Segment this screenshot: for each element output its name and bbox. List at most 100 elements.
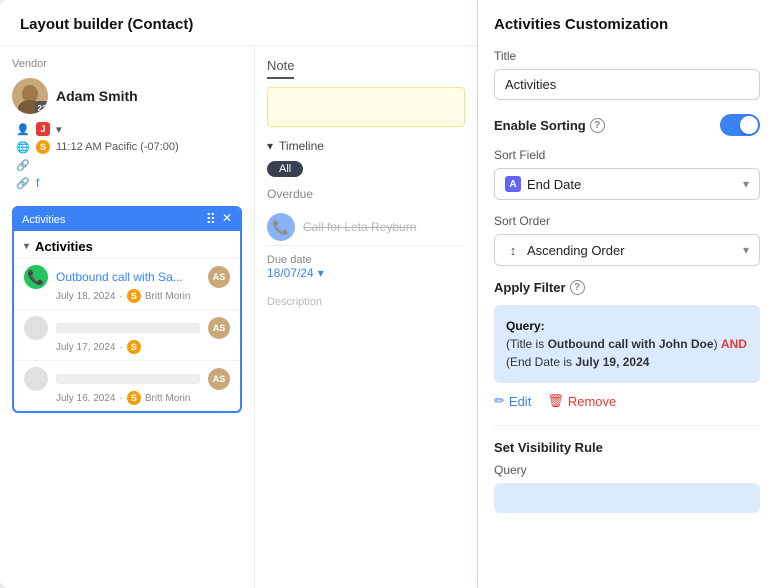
call-item: 📞 Call for Leta Reyburn (267, 209, 465, 245)
due-date-value[interactable]: 18/07/24 ▾ (267, 266, 465, 280)
query-bold1: Outbound call with John Doe (548, 337, 714, 351)
layout-title: Layout builder (Contact) (20, 16, 193, 33)
contact-area: Vendor 22 Adam Smith 👤 J ▾ (0, 46, 255, 588)
toggle-knob (740, 116, 758, 134)
activity-item: AS July 16, 2024 · S Britt Morin (14, 361, 240, 411)
enable-sorting-toggle[interactable] (720, 114, 760, 136)
meta-row-time: 🌐 S 11:12 AM Pacific (-07:00) (16, 140, 242, 154)
timeline-label: Timeline (279, 139, 324, 153)
sort-field-value: End Date (527, 177, 581, 192)
avatar-badge: 22 (35, 101, 48, 114)
contact-info: 22 Adam Smith (12, 78, 242, 114)
sort-field-select[interactable]: A End Date ▾ (494, 168, 760, 200)
note-input[interactable] (267, 87, 465, 127)
sort-order-chevron: ▾ (743, 243, 749, 257)
left-content: Vendor 22 Adam Smith 👤 J ▾ (0, 46, 477, 588)
widget-header: ▾ Activities (14, 233, 240, 259)
phone-green-icon: 📞 (24, 265, 48, 289)
sort-order-value: Ascending Order (527, 243, 625, 258)
activity-item: 📞 Outbound call with Sa... AS July 18, 2… (14, 259, 240, 310)
enable-sorting-label: Enable Sorting ? (494, 118, 605, 133)
sort-order-icon: ↕ (505, 242, 521, 258)
due-date-text: 18/07/24 (267, 266, 314, 280)
visibility-section: Set Visibility Rule Query (494, 425, 760, 513)
query-sub-label: Query (494, 463, 760, 477)
query-and: AND (721, 337, 747, 351)
query-text-after: (End Date is (506, 355, 575, 369)
title-field-label: Title (494, 49, 760, 63)
widget-tab[interactable]: Activities (22, 214, 65, 226)
trash-icon: 🗑 (547, 393, 564, 409)
activity-meta: July 16, 2024 · S Britt Morin (24, 391, 230, 405)
activity-title-placeholder (56, 374, 200, 384)
meta-row-link: 🔗 (16, 158, 242, 172)
meta-chevron: ▾ (56, 123, 62, 136)
apply-filter-row: Apply Filter ? (494, 280, 760, 295)
left-panel: Layout builder (Contact) Vendor 22 Adam … (0, 0, 478, 588)
avatar: 22 (12, 78, 48, 114)
activity-title-placeholder (56, 323, 200, 333)
query-box: Query: (Title is Outbound call with John… (494, 305, 760, 383)
vendor-label: Vendor (12, 58, 242, 70)
sort-order-select[interactable]: ↕ Ascending Order ▾ (494, 234, 760, 266)
activity-meta: July 18, 2024 · S Britt Morin (24, 289, 230, 303)
activity-date: July 16, 2024 (56, 393, 116, 404)
due-date-chevron: ▾ (318, 266, 324, 280)
query-sub-box (494, 483, 760, 513)
activity-date: July 18, 2024 (56, 291, 116, 302)
pencil-icon: ✏ (494, 393, 505, 409)
activity-icon-gray (24, 367, 48, 391)
delete-widget-icon[interactable]: ✕ (222, 211, 232, 228)
move-icon[interactable]: ⠿ (206, 211, 216, 228)
timeline-all-btn[interactable]: All (267, 161, 303, 177)
contact-meta: 👤 J ▾ 🌐 S 11:12 AM Pacific (-07:00) 🔗 🔗 … (12, 122, 242, 190)
assignee-badge-s: S (127, 289, 141, 303)
link-icon: 🔗 (16, 158, 30, 172)
activity-date: July 17, 2024 (56, 342, 116, 353)
time-value: 11:12 AM Pacific (-07:00) (56, 141, 179, 153)
activity-avatar-3: AS (208, 368, 230, 390)
layout-header: Layout builder (Contact) (0, 0, 477, 46)
query-text-before: (Title is (506, 337, 548, 351)
widget-title: Activities (35, 239, 93, 254)
activity-item: AS July 17, 2024 · S (14, 310, 240, 361)
apply-filter-help-icon[interactable]: ? (570, 280, 585, 295)
help-icon[interactable]: ? (590, 118, 605, 133)
activity-meta: July 17, 2024 · S (24, 340, 230, 354)
call-title: Call for Leta Reyburn (303, 220, 416, 234)
activity-title[interactable]: Outbound call with Sa... (56, 270, 200, 284)
call-phone-icon: 📞 (267, 213, 295, 241)
badge-s: S (36, 140, 50, 154)
user-icon: 👤 (16, 122, 30, 136)
note-header: Note (267, 58, 294, 79)
remove-button[interactable]: 🗑 Remove (547, 393, 616, 409)
timeline-section: ▾ Timeline All Overdue 📞 Call for Leta R… (267, 139, 465, 308)
activity-assignee: Britt Morin (145, 393, 191, 404)
contact-name: Adam Smith (56, 88, 138, 104)
activity-row: AS (24, 316, 230, 340)
timeline-header: ▾ Timeline (267, 139, 465, 153)
right-panel: Activities Customization Title Enable So… (478, 0, 776, 588)
activity-avatar: AS (208, 266, 230, 288)
collapse-icon[interactable]: ▾ (24, 241, 29, 252)
collapse-timeline-icon[interactable]: ▾ (267, 139, 273, 153)
assignee-badge-s: S (127, 391, 141, 405)
badge-j: J (36, 122, 50, 136)
sort-order-select-left: ↕ Ascending Order (505, 242, 625, 258)
overdue-label: Overdue (267, 187, 465, 201)
facebook-icon: f (36, 176, 39, 190)
edit-label: Edit (509, 394, 531, 409)
sort-order-label: Sort Order (494, 214, 760, 228)
enable-sorting-row: Enable Sorting ? (494, 114, 760, 136)
activities-widget: Activities ⠿ ✕ ▾ Activities 📞 Outbound c… (12, 206, 242, 413)
assignee-badge-s: S (127, 340, 141, 354)
activity-row: AS (24, 367, 230, 391)
title-input[interactable] (494, 69, 760, 100)
query-close-paren: ) (714, 337, 718, 351)
sort-field-label: Sort Field (494, 148, 760, 162)
edit-button[interactable]: ✏ Edit (494, 393, 531, 409)
description-placeholder[interactable]: Description (267, 296, 465, 308)
apply-filter-label: Apply Filter (494, 280, 566, 295)
note-area: Note ▾ Timeline All Overdue 📞 Call for L… (255, 46, 477, 588)
sort-field-select-left: A End Date (505, 176, 581, 192)
